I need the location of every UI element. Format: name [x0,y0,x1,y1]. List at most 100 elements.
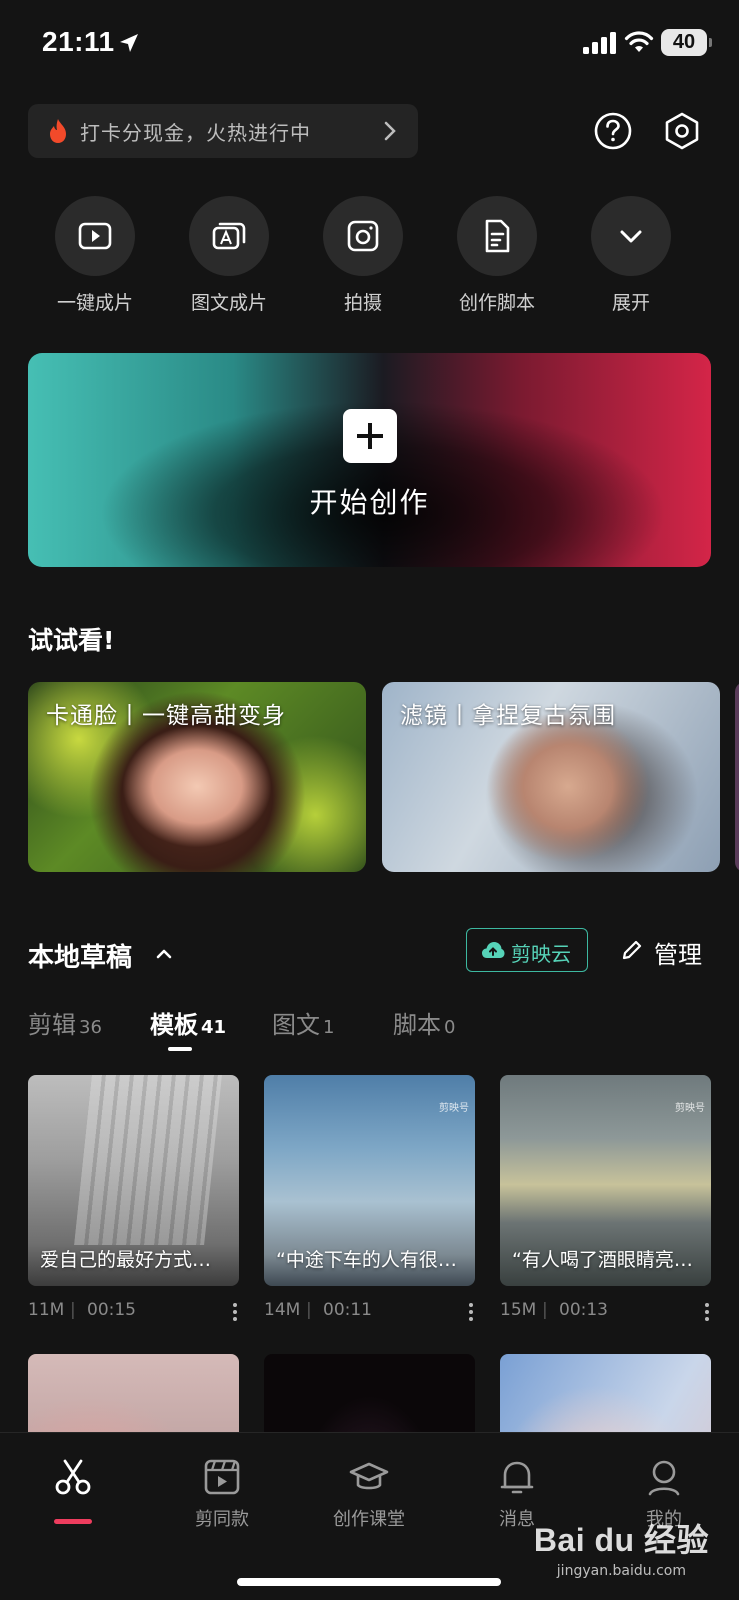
battery-indicator: 40 [661,29,712,56]
tab-count: 0 [444,1017,456,1038]
wifi-icon [624,31,654,52]
draft-caption: “中途下车的人有很… [276,1249,457,1271]
status-time: 21:11 [42,26,115,57]
draft-tabs: 剪辑 36 模板 41 图文 1 脚本 0 [28,1005,718,1055]
quick-action-label: 展开 [611,292,650,314]
bell-icon [500,1461,534,1494]
script-doc-icon [485,219,510,253]
tab-count: 41 [201,1017,227,1038]
home-indicator[interactable] [237,1578,501,1586]
tab-template[interactable]: 模板 41 [150,1005,227,1051]
try-card-cartoon-face[interactable]: 卡通脸丨一键高甜变身 [28,682,366,872]
start-create-button[interactable]: 开始创作 [28,353,711,567]
cloud-upload-icon [482,942,505,958]
scissors-icon [55,1459,91,1495]
quick-action-circle [591,196,671,276]
quick-action-text-to-video[interactable]: 图文成片 [169,196,289,315]
draft-watermark: 剪映号 [675,1103,705,1114]
chevron-up-icon[interactable] [153,943,175,965]
quick-action-label: 一键成片 [56,292,133,314]
more-vertical-icon[interactable] [467,1302,475,1322]
play-square-icon [78,222,112,250]
quick-action-circle [457,196,537,276]
chevron-right-icon [384,121,396,141]
draft-thumbnail[interactable]: 剪映号 “有人喝了酒眼睛亮… [500,1075,711,1286]
draft-meta: 11M | 00:15 [28,1300,239,1324]
baidu-watermark: Bai du 经验 jingyan.baidu.com [534,1515,709,1579]
chevron-down-icon [620,230,642,243]
tab-label: 脚本 [393,1011,441,1039]
draft-thumbnail[interactable]: 剪映号 “中途下车的人有很… [264,1075,475,1286]
draft-thumbnail[interactable]: 爱自己的最好方式… [28,1075,239,1286]
camera-icon [347,220,379,252]
draft-caption: “有人喝了酒眼睛亮… [512,1249,693,1271]
tab-label: 模板 [150,1011,198,1039]
tab-label: 剪辑 [28,1011,76,1039]
more-vertical-icon[interactable] [231,1302,239,1322]
nav-label: 剪同款 [195,1509,249,1530]
try-card-title: 卡通脸丨一键高甜变身 [46,703,286,729]
draft-size: 11M [28,1300,65,1320]
tab-edit[interactable]: 剪辑 36 [28,1005,102,1040]
draft-duration: 00:13 [559,1300,608,1320]
try-card-partial[interactable] [735,682,739,872]
draft-item[interactable]: 爱自己的最好方式… 11M | 00:15 [28,1075,239,1324]
tab-label: 图文 [272,1011,320,1039]
draft-meta: 14M | 00:11 [264,1300,475,1324]
promo-banner[interactable]: 打卡分现金，火热进行中 [28,104,418,158]
try-card-title: 滤镜丨拿捏复古氛围 [400,703,616,729]
quick-action-shoot[interactable]: 拍摄 [303,196,423,315]
help-icon[interactable] [591,109,635,153]
draft-size: 15M [500,1300,537,1320]
settings-icon[interactable] [660,109,704,153]
pencil-icon [622,940,642,960]
quick-action-expand[interactable]: 展开 [571,196,691,315]
try-section-title: 试试看! [28,626,115,655]
draft-item[interactable]: 剪映号 “有人喝了酒眼睛亮… 15M | 00:13 [500,1075,711,1324]
nav-label: 创作课堂 [333,1509,405,1530]
manage-label: 管理 [654,941,702,969]
promo-text: 打卡分现金，火热进行中 [80,121,311,145]
draft-watermark: 剪映号 [439,1103,469,1114]
nav-classroom[interactable]: 创作课堂 [309,1457,429,1531]
cloud-label: 剪映云 [511,942,571,966]
start-create-label: 开始创作 [309,486,430,519]
quick-action-circle [55,196,135,276]
tab-count: 1 [323,1017,335,1038]
draft-caption: 爱自己的最好方式… [40,1249,212,1271]
quick-action-circle [189,196,269,276]
more-vertical-icon[interactable] [703,1302,711,1322]
try-card-filter[interactable]: 滤镜丨拿捏复古氛围 [382,682,720,872]
meta-divider: | [70,1300,76,1320]
drafts-title[interactable]: 本地草稿 [28,937,132,974]
cellular-signal-icon [583,32,616,54]
clapper-icon [204,1459,240,1495]
watermark-logo: Bai du 经验 [533,1522,709,1558]
meta-divider: | [306,1300,312,1320]
quick-action-one-click-video[interactable]: 一键成片 [35,196,155,315]
nav-edit[interactable] [13,1457,133,1505]
nav-templates[interactable]: 剪同款 [162,1457,282,1531]
watermark-url: jingyan.baidu.com [556,1563,686,1579]
text-image-icon [212,222,246,250]
graduation-cap-icon [349,1462,389,1490]
draft-size: 14M [264,1300,301,1320]
fire-icon [50,119,66,143]
draft-duration: 00:15 [87,1300,136,1320]
draft-item[interactable]: 剪映号 “中途下车的人有很… 14M | 00:11 [264,1075,475,1324]
tab-image-text[interactable]: 图文 1 [272,1005,334,1040]
quick-action-script[interactable]: 创作脚本 [437,196,557,315]
profile-icon [648,1460,680,1496]
tab-script[interactable]: 脚本 0 [393,1005,455,1040]
quick-action-label: 图文成片 [190,292,267,314]
status-bar: 21:11 40 [0,0,739,90]
tab-count: 36 [79,1017,102,1038]
draft-duration: 00:11 [323,1300,372,1320]
location-arrow-icon [120,34,138,52]
quick-actions: 一键成片 图文成片 拍摄 创作脚本 展开 [28,196,718,316]
meta-divider: | [542,1300,548,1320]
cloud-button[interactable]: 剪映云 [466,928,588,972]
quick-action-label: 拍摄 [343,292,382,314]
quick-action-circle [323,196,403,276]
nav-active-indicator [54,1519,92,1524]
